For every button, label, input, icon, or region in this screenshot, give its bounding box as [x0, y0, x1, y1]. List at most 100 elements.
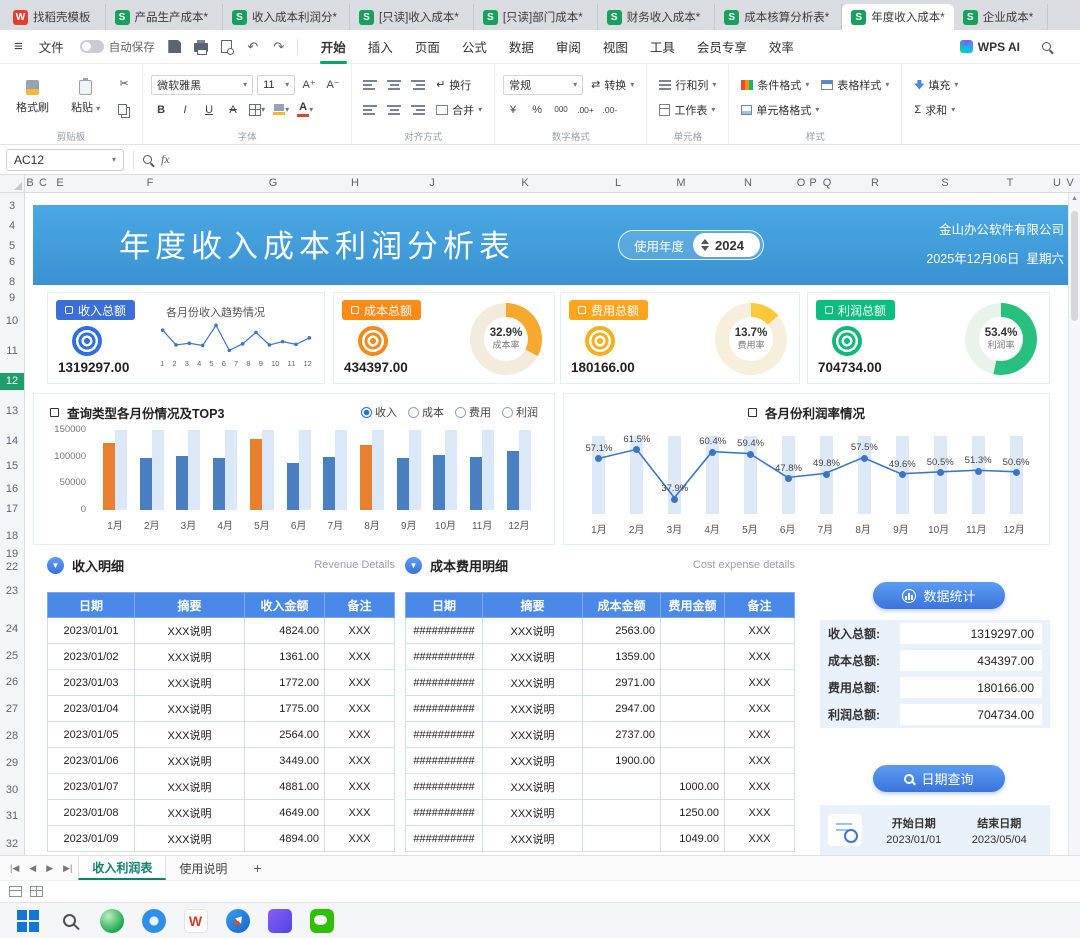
cell[interactable]: 4824.00 — [245, 618, 325, 644]
column-headers[interactable]: BCE F G H J K L M N OPQ R S T UV — [0, 175, 1080, 193]
year-spinner-icon[interactable] — [701, 239, 710, 251]
row-header-13[interactable]: 13 — [0, 403, 24, 420]
purple-app-icon[interactable] — [266, 907, 293, 934]
decrease-decimal-icon[interactable]: .00- — [600, 100, 620, 120]
cell[interactable]: XXX — [325, 774, 395, 800]
cell[interactable]: 2023/01/08 — [47, 800, 135, 826]
menu-tab[interactable]: 页面 — [404, 30, 451, 64]
cell[interactable]: XXX — [725, 722, 795, 748]
row-header-26[interactable]: 26 — [0, 674, 24, 691]
cell[interactable]: 2564.00 — [245, 722, 325, 748]
window-tab[interactable]: S 收入成本利润分* — [223, 4, 350, 30]
cell[interactable] — [583, 774, 661, 800]
menu-tab[interactable]: 插入 — [357, 30, 404, 64]
column-header-Q[interactable]: Q — [823, 175, 832, 192]
data-stats-button[interactable]: 数据统计 — [873, 582, 1005, 609]
column-header-S[interactable]: S — [941, 175, 948, 192]
cell[interactable] — [661, 748, 725, 774]
cell[interactable]: 2563.00 — [583, 618, 661, 644]
cell-name-box[interactable]: AC12 ▾ — [6, 148, 124, 171]
italic-icon[interactable]: I — [175, 100, 195, 120]
cell[interactable]: XXX说明 — [135, 826, 245, 852]
align-center-icon[interactable] — [384, 100, 404, 120]
cell[interactable] — [661, 644, 725, 670]
sheet-tab[interactable]: 使用说明 — [166, 856, 240, 880]
row-header-14[interactable]: 14 — [0, 433, 24, 450]
cell[interactable]: XXX说明 — [483, 774, 583, 800]
cell[interactable] — [583, 800, 661, 826]
cell[interactable]: 1049.00 — [661, 826, 725, 852]
cell[interactable] — [583, 826, 661, 852]
cell[interactable]: 2023/01/05 — [47, 722, 135, 748]
cell[interactable]: XXX — [725, 826, 795, 852]
collapse-icon[interactable]: ▼ — [405, 556, 422, 574]
cell[interactable]: 2023/01/03 — [47, 670, 135, 696]
wrap-text-button[interactable]: ↵ 换行 — [432, 75, 475, 95]
align-left-icon[interactable] — [360, 100, 380, 120]
cell[interactable]: XXX说明 — [483, 644, 583, 670]
wps-ai-button[interactable]: WPS AI — [959, 40, 1020, 54]
board-view-icon[interactable] — [9, 886, 22, 897]
cell[interactable]: 4881.00 — [245, 774, 325, 800]
row-header-25[interactable]: 25 — [0, 648, 24, 665]
cell[interactable]: XXX — [725, 618, 795, 644]
column-header-R[interactable]: R — [871, 175, 879, 192]
formula-input[interactable] — [179, 149, 1080, 171]
cell[interactable] — [661, 618, 725, 644]
cell[interactable]: 2023/01/09 — [47, 826, 135, 852]
copy-icon[interactable] — [114, 101, 134, 121]
column-header-F[interactable]: F — [147, 175, 154, 192]
column-header-T[interactable]: T — [1007, 175, 1014, 192]
sheet-tab[interactable]: 收入利润表 — [78, 856, 167, 880]
cell[interactable]: XXX说明 — [483, 748, 583, 774]
cell[interactable]: XXX — [725, 696, 795, 722]
row-header-17[interactable]: 17 — [0, 501, 24, 518]
column-header[interactable]: 日期 — [47, 592, 135, 618]
column-header[interactable]: 备注 — [725, 592, 795, 618]
window-tab[interactable]: S 成本核算分析表* — [715, 4, 843, 30]
font-size-select[interactable]: 11 ▾ — [257, 74, 296, 95]
cell[interactable]: XXX — [325, 748, 395, 774]
next-sheet-icon[interactable]: ▶ — [42, 863, 57, 874]
cell[interactable]: XXX — [725, 748, 795, 774]
row-header-5[interactable]: 5 — [0, 238, 24, 255]
row-headers[interactable]: 3 4 5 6 8 9 10 11 12 13 14 15 16 17 18 19 22 23 24 25 26 27 28… — [0, 193, 25, 855]
window-tab[interactable]: W 找稻壳模板 — [4, 4, 106, 30]
menu-tab[interactable]: 会员专享 — [686, 30, 758, 64]
cell[interactable] — [661, 722, 725, 748]
cell[interactable]: ########## — [405, 800, 483, 826]
blue-browser-icon[interactable] — [140, 907, 167, 934]
window-tab[interactable]: S 年度收入成本* — [842, 4, 954, 30]
cell[interactable]: 1900.00 — [583, 748, 661, 774]
cell[interactable] — [661, 670, 725, 696]
cell[interactable]: XXX — [325, 696, 395, 722]
row-header-10[interactable]: 10 — [0, 313, 24, 330]
cut-icon[interactable]: ✂ — [114, 74, 134, 94]
compass-app-icon[interactable] — [224, 907, 251, 934]
year-selector[interactable]: 使用年度 2024 — [618, 230, 764, 260]
increase-font-size-icon[interactable]: A⁺ — [299, 75, 319, 95]
cell[interactable]: XXX说明 — [135, 722, 245, 748]
cell[interactable]: 2023/01/04 — [47, 696, 135, 722]
cell[interactable]: XXX说明 — [135, 696, 245, 722]
cell[interactable]: XXX — [325, 800, 395, 826]
bold-icon[interactable]: B — [151, 100, 171, 120]
print-preview-icon[interactable] — [215, 35, 239, 59]
cell[interactable]: ########## — [405, 748, 483, 774]
collapse-icon[interactable]: ▼ — [47, 556, 64, 574]
scroll-up-icon[interactable]: ▲ — [1069, 195, 1080, 202]
row-header-6[interactable]: 6 — [0, 254, 24, 271]
cell[interactable]: 1250.00 — [661, 800, 725, 826]
cell[interactable]: ########## — [405, 670, 483, 696]
cell[interactable]: ########## — [405, 618, 483, 644]
cell[interactable]: XXX — [725, 670, 795, 696]
row-header-11[interactable]: 11 — [0, 343, 24, 360]
cell[interactable]: XXX说明 — [135, 670, 245, 696]
column-header[interactable]: 摘要 — [483, 592, 583, 618]
cell[interactable]: 2023/01/02 — [47, 644, 135, 670]
column-header-L[interactable]: L — [615, 175, 621, 192]
menu-tab[interactable]: 视图 — [592, 30, 639, 64]
window-tab[interactable]: S [只读]部门成本* — [474, 4, 598, 30]
row-header-3[interactable]: 3 — [0, 198, 24, 215]
strikethrough-icon[interactable]: A — [223, 100, 243, 120]
